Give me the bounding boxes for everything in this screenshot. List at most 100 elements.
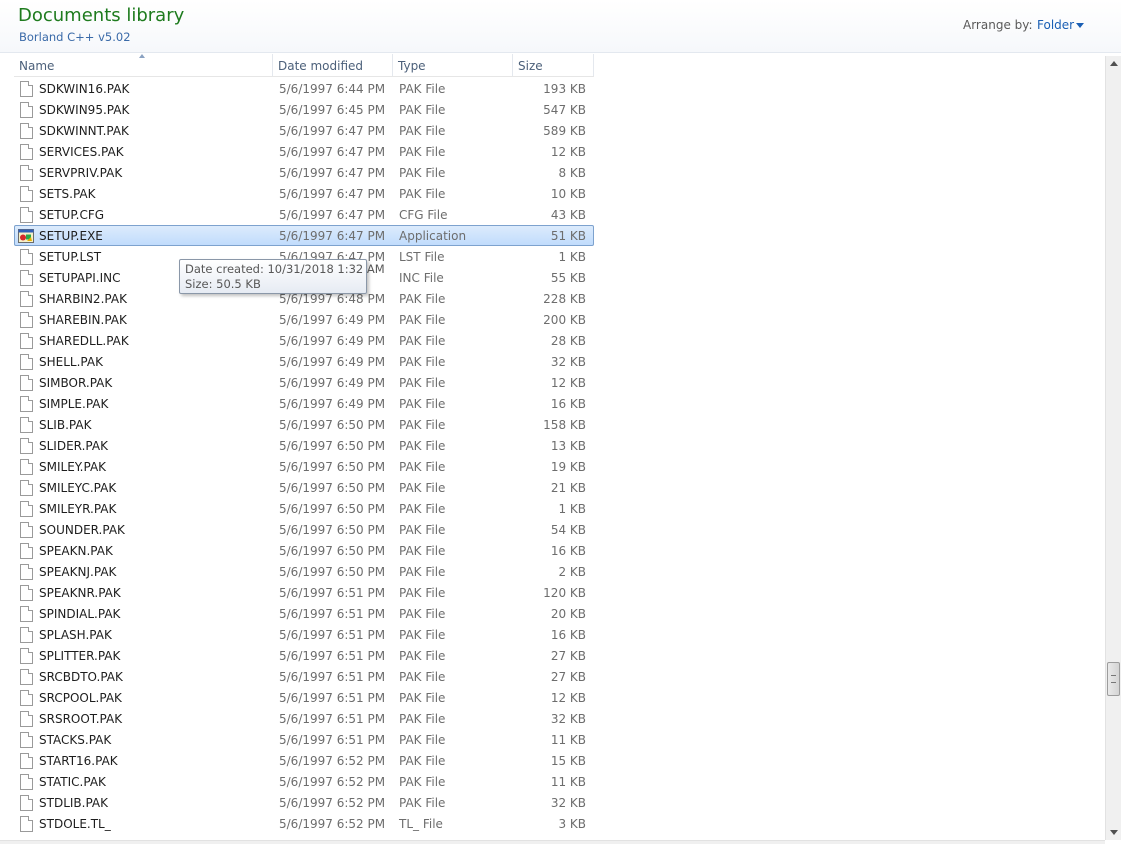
file-size: 12 KB <box>550 376 586 390</box>
file-row[interactable]: SRSROOT.PAK 5/6/1997 6:51 PM PAK File 32 KB <box>14 708 594 729</box>
file-size: 12 KB <box>550 145 586 159</box>
file-icon <box>20 102 33 118</box>
file-row[interactable]: SPLITTER.PAK 5/6/1997 6:51 PM PAK File 27 K… <box>14 645 594 666</box>
file-row[interactable]: SERVICES.PAK 5/6/1997 6:47 PM PAK File 12 K… <box>14 141 594 162</box>
file-date-modified: 5/6/1997 6:51 PM <box>279 649 386 663</box>
file-type: PAK File <box>399 565 446 579</box>
file-size: 11 KB <box>550 733 586 747</box>
file-size: 27 KB <box>550 649 586 663</box>
file-date-modified: 5/6/1997 6:50 PM <box>279 460 386 474</box>
file-size: 589 KB <box>543 124 586 138</box>
file-name: SRSROOT.PAK <box>39 712 123 726</box>
file-icon <box>20 270 33 286</box>
file-icon <box>20 459 33 475</box>
file-icon <box>20 480 33 496</box>
arrange-by-dropdown[interactable]: Folder <box>1037 18 1074 32</box>
file-row[interactable]: SIMBOR.PAK 5/6/1997 6:49 PM PAK File 12 KB <box>14 372 594 393</box>
file-name: SETS.PAK <box>39 187 96 201</box>
file-row[interactable]: SDKWIN16.PAK 5/6/1997 6:44 PM PAK File 193 … <box>14 78 594 99</box>
file-type: PAK File <box>399 355 446 369</box>
vertical-scrollbar[interactable] <box>1105 56 1121 840</box>
column-header-size[interactable]: Size <box>512 54 594 76</box>
file-row[interactable]: STATIC.PAK 5/6/1997 6:52 PM PAK File 11 KB <box>14 771 594 792</box>
file-row[interactable]: SETUP.EXE 5/6/1997 6:47 PM Application 51 K… <box>14 225 594 246</box>
file-row[interactable]: SLIDER.PAK 5/6/1997 6:50 PM PAK File 13 KB <box>14 435 594 456</box>
file-size: 120 KB <box>543 586 586 600</box>
file-row[interactable]: SDKWINNT.PAK 5/6/1997 6:47 PM PAK File 589 … <box>14 120 594 141</box>
file-name: SMILEYR.PAK <box>39 502 117 516</box>
file-name: SPEAKN.PAK <box>39 544 113 558</box>
file-name: START16.PAK <box>39 754 118 768</box>
window-bottom-edge <box>0 840 1105 844</box>
file-row[interactable]: SOUNDER.PAK 5/6/1997 6:50 PM PAK File 54 KB <box>14 519 594 540</box>
file-row[interactable]: STDOLE.TL_ 5/6/1997 6:52 PM TL_ File 3 KB <box>14 813 594 834</box>
file-date-modified: 5/6/1997 6:50 PM <box>279 502 386 516</box>
scroll-down-arrow-icon[interactable] <box>1106 824 1121 840</box>
file-row[interactable]: SIMPLE.PAK 5/6/1997 6:49 PM PAK File 16 KB <box>14 393 594 414</box>
file-date-modified: 5/6/1997 6:51 PM <box>279 712 386 726</box>
file-date-modified: 5/6/1997 6:52 PM <box>279 817 386 831</box>
file-type: PAK File <box>399 187 446 201</box>
file-name: SLIDER.PAK <box>39 439 108 453</box>
file-row[interactable]: SPEAKNR.PAK 5/6/1997 6:51 PM PAK File 120 K… <box>14 582 594 603</box>
file-name: SETUPAPI.INC <box>39 271 121 285</box>
file-row[interactable]: SPINDIAL.PAK 5/6/1997 6:51 PM PAK File 20 K… <box>14 603 594 624</box>
file-row[interactable]: SMILEYR.PAK 5/6/1997 6:50 PM PAK File 1 KB <box>14 498 594 519</box>
file-date-modified: 5/6/1997 6:50 PM <box>279 523 386 537</box>
file-row[interactable]: START16.PAK 5/6/1997 6:52 PM PAK File 15 KB <box>14 750 594 771</box>
file-date-modified: 5/6/1997 6:52 PM <box>279 754 386 768</box>
file-type: Application <box>399 229 467 243</box>
file-icon <box>20 417 33 433</box>
file-row[interactable]: STACKS.PAK 5/6/1997 6:51 PM PAK File 11 KB <box>14 729 594 750</box>
column-header-date-modified[interactable]: Date modified <box>272 54 392 76</box>
file-icon <box>20 438 33 454</box>
file-size: 15 KB <box>550 754 586 768</box>
file-date-modified: 5/6/1997 6:51 PM <box>279 607 386 621</box>
scroll-up-arrow-icon[interactable] <box>1106 56 1121 72</box>
file-row[interactable]: SHAREDLL.PAK 5/6/1997 6:49 PM PAK File 28 K… <box>14 330 594 351</box>
column-header-type[interactable]: Type <box>392 54 512 76</box>
file-date-modified: 5/6/1997 6:50 PM <box>279 439 386 453</box>
file-name: SPLASH.PAK <box>39 628 112 642</box>
column-header-name[interactable]: Name <box>14 54 272 76</box>
file-size: 20 KB <box>550 607 586 621</box>
file-row[interactable]: SMILEY.PAK 5/6/1997 6:50 PM PAK File 19 KB <box>14 456 594 477</box>
scrollbar-thumb[interactable] <box>1107 662 1120 696</box>
file-type: PAK File <box>399 712 446 726</box>
file-size: 11 KB <box>550 775 586 789</box>
file-size: 158 KB <box>543 418 586 432</box>
file-row[interactable]: SETS.PAK 5/6/1997 6:47 PM PAK File 10 KB <box>14 183 594 204</box>
file-date-modified: 5/6/1997 6:49 PM <box>279 334 386 348</box>
file-name: STDLIB.PAK <box>39 796 109 810</box>
file-type: PAK File <box>399 754 446 768</box>
file-type: PAK File <box>399 292 446 306</box>
file-row[interactable]: STDLIB.PAK 5/6/1997 6:52 PM PAK File 32 KB <box>14 792 594 813</box>
file-row[interactable]: SPLASH.PAK 5/6/1997 6:51 PM PAK File 16 KB <box>14 624 594 645</box>
file-name: SRCPOOL.PAK <box>39 691 122 705</box>
file-row[interactable]: SERVPRIV.PAK 5/6/1997 6:47 PM PAK File 8 KB <box>14 162 594 183</box>
file-row[interactable]: SPEAKN.PAK 5/6/1997 6:50 PM PAK File 16 KB <box>14 540 594 561</box>
file-icon <box>20 144 33 160</box>
file-icon <box>20 249 33 265</box>
file-name: SHARBIN2.PAK <box>39 292 127 306</box>
file-row[interactable]: SLIB.PAK 5/6/1997 6:50 PM PAK File 158 KB <box>14 414 594 435</box>
file-size: 1 KB <box>558 250 586 264</box>
file-type: PAK File <box>399 418 446 432</box>
file-icon <box>20 81 33 97</box>
file-row[interactable]: SRCBDTO.PAK 5/6/1997 6:51 PM PAK File 27 KB <box>14 666 594 687</box>
file-row[interactable]: SHAREBIN.PAK 5/6/1997 6:49 PM PAK File 200 … <box>14 309 594 330</box>
file-size: 16 KB <box>550 544 586 558</box>
file-row[interactable]: SDKWIN95.PAK 5/6/1997 6:45 PM PAK File 547 … <box>14 99 594 120</box>
file-type: PAK File <box>399 691 446 705</box>
file-name: STDOLE.TL_ <box>39 817 111 831</box>
file-size: 32 KB <box>550 355 586 369</box>
file-row[interactable]: SHELL.PAK 5/6/1997 6:49 PM PAK File 32 KB <box>14 351 594 372</box>
file-date-modified: 5/6/1997 6:47 PM <box>279 187 386 201</box>
chevron-down-icon[interactable] <box>1076 23 1084 28</box>
library-subtitle[interactable]: Borland C++ v5.02 <box>19 30 131 44</box>
file-row[interactable]: SPEAKNJ.PAK 5/6/1997 6:50 PM PAK File 2 KB <box>14 561 594 582</box>
file-type: PAK File <box>399 523 446 537</box>
file-row[interactable]: SETUP.CFG 5/6/1997 6:47 PM CFG File 43 KB <box>14 204 594 225</box>
file-row[interactable]: SRCPOOL.PAK 5/6/1997 6:51 PM PAK File 12 KB <box>14 687 594 708</box>
file-row[interactable]: SMILEYC.PAK 5/6/1997 6:50 PM PAK File 21 KB <box>14 477 594 498</box>
